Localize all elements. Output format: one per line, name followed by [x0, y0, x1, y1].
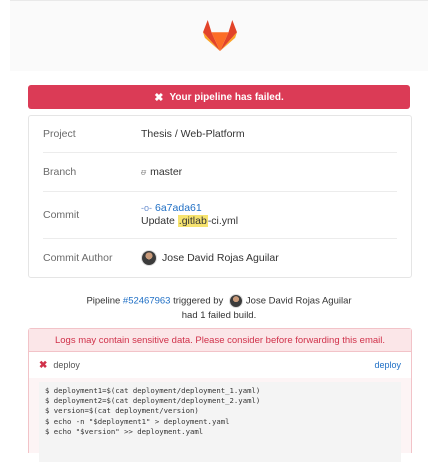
alert-text: Your pipeline has failed.: [169, 91, 284, 103]
author-label: Commit Author: [43, 252, 113, 264]
log-line: $ deployment1=$(cat deployment/deploymen…: [45, 386, 261, 395]
project-label: Project: [43, 128, 76, 140]
failed-job-box: Logs may contain sensitive data. Please …: [28, 328, 412, 462]
log-line: $ deployment2=$(cat deployment/deploymen…: [45, 396, 261, 406]
job-log: $ deployment1=$(cat deployment/deploymen…: [39, 382, 401, 462]
project-row: Project Thesis / Web-Platform: [43, 116, 397, 153]
log-line: $ version=$(cat deployment/version): [45, 406, 199, 416]
pipeline-prefix: Pipeline: [86, 295, 123, 307]
branch-icon: ᵿ: [141, 167, 147, 177]
branch-label: Branch: [43, 166, 77, 178]
email-header: [10, 0, 428, 71]
avatar: [228, 294, 243, 308]
log-line: $ echo "$version" >> deployment.yaml: [45, 426, 204, 436]
project-value: Thesis / Web-Platform: [141, 128, 245, 140]
avatar: [141, 250, 157, 266]
gitlab-fox-icon: [203, 19, 237, 52]
author-name: Jose David Rojas Aguilar: [162, 251, 279, 264]
commit-hash-link[interactable]: 6a7ada61: [155, 202, 202, 214]
pipeline-failed-summary: had 1 failed build.: [181, 309, 257, 321]
pipeline-failed-alert: ✖ Your pipeline has failed.: [28, 85, 410, 109]
job-name: deploy: [53, 360, 80, 370]
pipeline-user: Jose David Rojas Aguilar: [245, 295, 352, 307]
commit-icon: -o-: [141, 203, 152, 213]
job-row: ✖ deploy deploy: [29, 352, 411, 378]
author-row: Commit Author Jose David Rojas Aguilar: [43, 239, 397, 277]
branch-value: master: [150, 166, 183, 178]
log-line: $ echo -n "$deployment1" > deployment.ya…: [45, 416, 230, 426]
job-stage-link[interactable]: deploy: [374, 360, 401, 370]
pipeline-id-link[interactable]: #52467963: [123, 296, 171, 307]
commit-row: Commit -o- 6a7ada61 Update .gitlab-ci.yml: [43, 192, 397, 239]
sensitive-data-warning: Logs may contain sensitive data. Please …: [29, 329, 411, 352]
x-icon: ✖: [39, 359, 48, 371]
pipeline-summary: Pipeline #52467963 triggered by Jose Dav…: [28, 294, 410, 323]
commit-label: Commit: [43, 209, 80, 221]
commit-message-suffix: -ci.yml: [207, 215, 239, 227]
x-icon: ✖: [154, 91, 164, 104]
pipeline-info-table: Project Thesis / Web-Platform Branch ᵿ ma…: [28, 115, 412, 278]
pipeline-triggered-text: triggered by: [170, 295, 226, 307]
commit-message-prefix: Update: [141, 215, 178, 227]
commit-message-highlight: .gitlab: [177, 215, 208, 227]
branch-row: Branch ᵿ master: [43, 153, 397, 192]
